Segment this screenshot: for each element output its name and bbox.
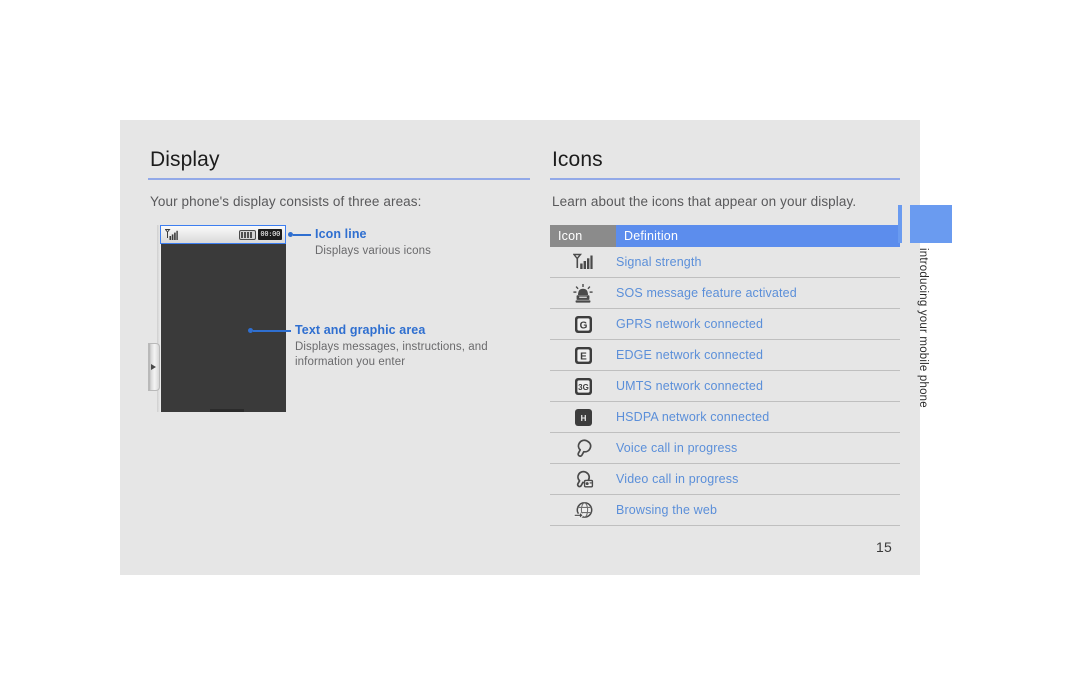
callout-text-graphic-text: Text and graphic area Displays messages,… [295, 323, 525, 369]
statusbar-clock: 00:00 [258, 229, 282, 240]
table-row: Signal strength [550, 247, 900, 278]
table-cell-icon [550, 247, 616, 278]
table-cell-definition: HSDPA network connected [616, 401, 900, 433]
table-row: E EDGE network connected [550, 339, 900, 371]
table-header-definition: Definition [616, 225, 900, 247]
phone-display-illustration: 00:00 Icon line Displays various icons T… [148, 225, 530, 425]
svg-text:H: H [580, 413, 586, 422]
table-row: Voice call in progress [550, 432, 900, 464]
edge-badge-icon: E [574, 346, 593, 365]
table-row: SOS message feature activated [550, 277, 900, 309]
page-title-icons: Icons [552, 148, 603, 171]
statusbar-right-group: 00:00 [239, 229, 282, 240]
svg-text:3G: 3G [578, 382, 589, 391]
table-cell-definition: Voice call in progress [616, 432, 900, 464]
table-cell-icon: G [550, 308, 616, 340]
signal-strength-icon [572, 253, 593, 271]
table-cell-definition: Browsing the web [616, 494, 900, 526]
table-header-icon: Icon [550, 225, 616, 247]
table-row: H HSDPA network connected [550, 401, 900, 433]
table-cell-icon [550, 432, 616, 464]
callout-icon-line-title: Icon line [315, 227, 367, 241]
icons-title-rule [550, 178, 900, 180]
callout-icon-line-desc: Displays various icons [315, 245, 431, 257]
callout-text-graphic-desc: Displays messages, instructions, and inf… [295, 341, 488, 368]
phone-icon-line: 00:00 [160, 225, 286, 244]
svg-text:E: E [580, 351, 587, 362]
phone-bottom-notch [210, 409, 244, 412]
table-cell-icon: E [550, 339, 616, 371]
phone-side-key [148, 343, 160, 391]
signal-strength-icon [164, 229, 178, 241]
display-section: Display Your phone's display consists of… [148, 148, 530, 425]
table-cell-definition: GPRS network connected [616, 308, 900, 340]
gprs-badge-icon: G [574, 315, 593, 334]
table-header-row: Icon Definition [550, 225, 900, 247]
video-call-icon [573, 470, 594, 489]
table-row: Browsing the web [550, 494, 900, 526]
table-cell-definition: UMTS network connected [616, 370, 900, 402]
umts-badge-icon: 3G [574, 377, 593, 396]
hsdpa-badge-icon: H [574, 408, 593, 427]
icons-definition-table: Icon Definition Signal strength SOS mess… [550, 225, 900, 526]
table-cell-definition: SOS message feature activated [616, 277, 900, 309]
table-row: G GPRS network connected [550, 308, 900, 340]
page-number: 15 [876, 539, 892, 555]
callout-icon-line-text: Icon line Displays various icons [315, 227, 525, 259]
table-cell-definition: Signal strength [616, 247, 900, 278]
callout-leader-line [253, 330, 291, 332]
margin-tab-label: introducing your mobile phone [917, 248, 929, 408]
battery-icon [239, 229, 257, 240]
table-row: Video call in progress [550, 463, 900, 495]
display-intro-text: Your phone's display consists of three a… [150, 194, 422, 209]
table-cell-definition: EDGE network connected [616, 339, 900, 371]
margin-tab-block [910, 205, 952, 243]
callout-text-graphic-title: Text and graphic area [295, 323, 426, 337]
browsing-web-icon [573, 501, 594, 520]
sos-beacon-icon [573, 283, 593, 303]
manual-page-sheet: Display Your phone's display consists of… [120, 120, 952, 575]
svg-text:G: G [579, 320, 587, 331]
table-row: 3G UMTS network connected [550, 370, 900, 402]
display-title-rule [148, 178, 530, 180]
table-cell-icon: 3G [550, 370, 616, 402]
table-cell-icon [550, 494, 616, 526]
page-title-display: Display [150, 148, 220, 171]
table-cell-definition: Video call in progress [616, 463, 900, 495]
icons-intro-text: Learn about the icons that appear on you… [552, 194, 857, 209]
table-cell-icon [550, 277, 616, 309]
margin-tab-sliver [898, 205, 902, 243]
phone-body [160, 225, 286, 412]
icons-section: Icons Learn about the icons that appear … [550, 148, 900, 526]
table-cell-icon: H [550, 401, 616, 433]
table-cell-icon [550, 463, 616, 495]
phone-text-graphic-area [160, 244, 286, 412]
voice-call-icon [573, 438, 593, 458]
callout-leader-line [293, 234, 311, 236]
